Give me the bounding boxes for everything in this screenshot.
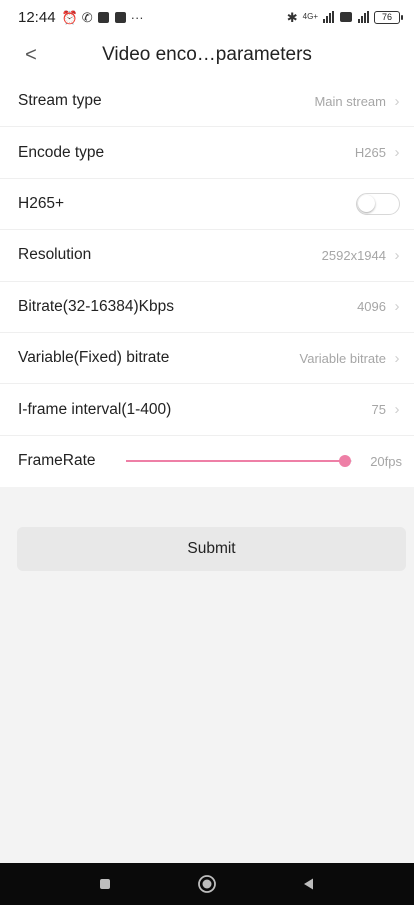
framerate-label: FrameRate [18,452,96,470]
setting-framerate: FrameRate 20fps [0,436,414,487]
setting-label: H265+ [18,194,65,212]
system-nav-bar [0,863,414,905]
status-bar: 12:44 ⏰ ✆ ··· ✱ 4G+ 76 [0,0,414,34]
page-title: Video enco…parameters [102,44,312,65]
setting-stream-type[interactable]: Stream type Main stream › [0,76,414,128]
setting-label: Encode type [18,143,105,161]
setting-bitrate-mode[interactable]: Variable(Fixed) bitrate Variable bitrate… [0,333,414,385]
signal-icon [358,11,369,23]
setting-resolution[interactable]: Resolution 2592x1944 › [0,230,414,282]
battery-icon: 76 [374,10,403,24]
setting-value-group: 2592x1944 › [322,247,402,264]
notification-app-icon [97,11,109,23]
chevron-right-icon: › [394,92,400,110]
title-bar: < Video enco…parameters [0,34,414,76]
setting-value-group: H265 › [355,144,402,161]
setting-label: Variable(Fixed) bitrate [18,349,170,367]
network-type-label: 4G+ [302,12,318,21]
setting-label: Stream type [18,92,102,110]
setting-encode-type[interactable]: Encode type H265 › [0,127,414,179]
home-circle-icon[interactable] [195,872,219,896]
framerate-value: 20fps [370,453,402,469]
toggle-knob [358,194,375,212]
setting-value-group [356,192,402,215]
setting-bitrate[interactable]: Bitrate(32-16384)Kbps 4096 › [0,282,414,333]
recents-square-icon[interactable] [93,872,117,896]
back-triangle-icon[interactable] [297,872,321,896]
status-time: 12:44 [18,8,56,26]
setting-value: H265 [354,145,386,161]
setting-value: 75 [371,402,386,418]
setting-value-group: Main stream › [314,93,402,110]
setting-value: Main stream [314,93,386,109]
setting-value-group: 4096 › [357,298,402,315]
whatsapp-icon: ✆ [81,9,93,25]
setting-iframe-interval[interactable]: I-frame interval(1-400) 75 › [0,384,414,436]
chevron-right-icon: › [394,401,400,419]
status-right: ✱ 4G+ 76 [286,9,403,25]
setting-value-group: 75 › [372,401,402,418]
back-button[interactable]: < [18,42,44,68]
chevron-right-icon: › [394,144,400,162]
alarm-icon: ⏰ [61,9,78,25]
setting-value: 4096 [357,299,386,315]
h265-plus-toggle[interactable] [356,192,400,215]
chevron-right-icon: › [394,349,400,367]
notification-app-icon [114,11,126,23]
volte-icon [340,12,352,22]
status-left: 12:44 ⏰ ✆ ··· [18,9,144,26]
framerate-slider[interactable] [125,451,352,471]
setting-value: Variable bitrate [299,350,386,366]
chevron-right-icon: › [394,246,400,264]
setting-label: I-frame interval(1-400) [18,400,172,418]
setting-label: Resolution [18,246,92,264]
slider-fill [125,460,346,463]
settings-list: Stream type Main stream › Encode type H2… [0,76,414,488]
setting-label: Bitrate(32-16384)Kbps [18,297,174,315]
setting-value: 2592x1944 [321,247,386,263]
setting-h265-plus: H265+ [0,179,414,231]
chevron-left-icon: < [25,43,37,66]
slider-thumb[interactable] [339,455,352,468]
setting-value-group: Variable bitrate › [300,350,402,367]
battery-level: 76 [381,12,392,22]
more-notifications-icon: ··· [130,9,144,25]
bluetooth-icon: ✱ [286,9,298,25]
submit-button[interactable]: Submit [17,527,406,571]
chevron-right-icon: › [394,298,400,316]
signal-icon [323,11,334,23]
